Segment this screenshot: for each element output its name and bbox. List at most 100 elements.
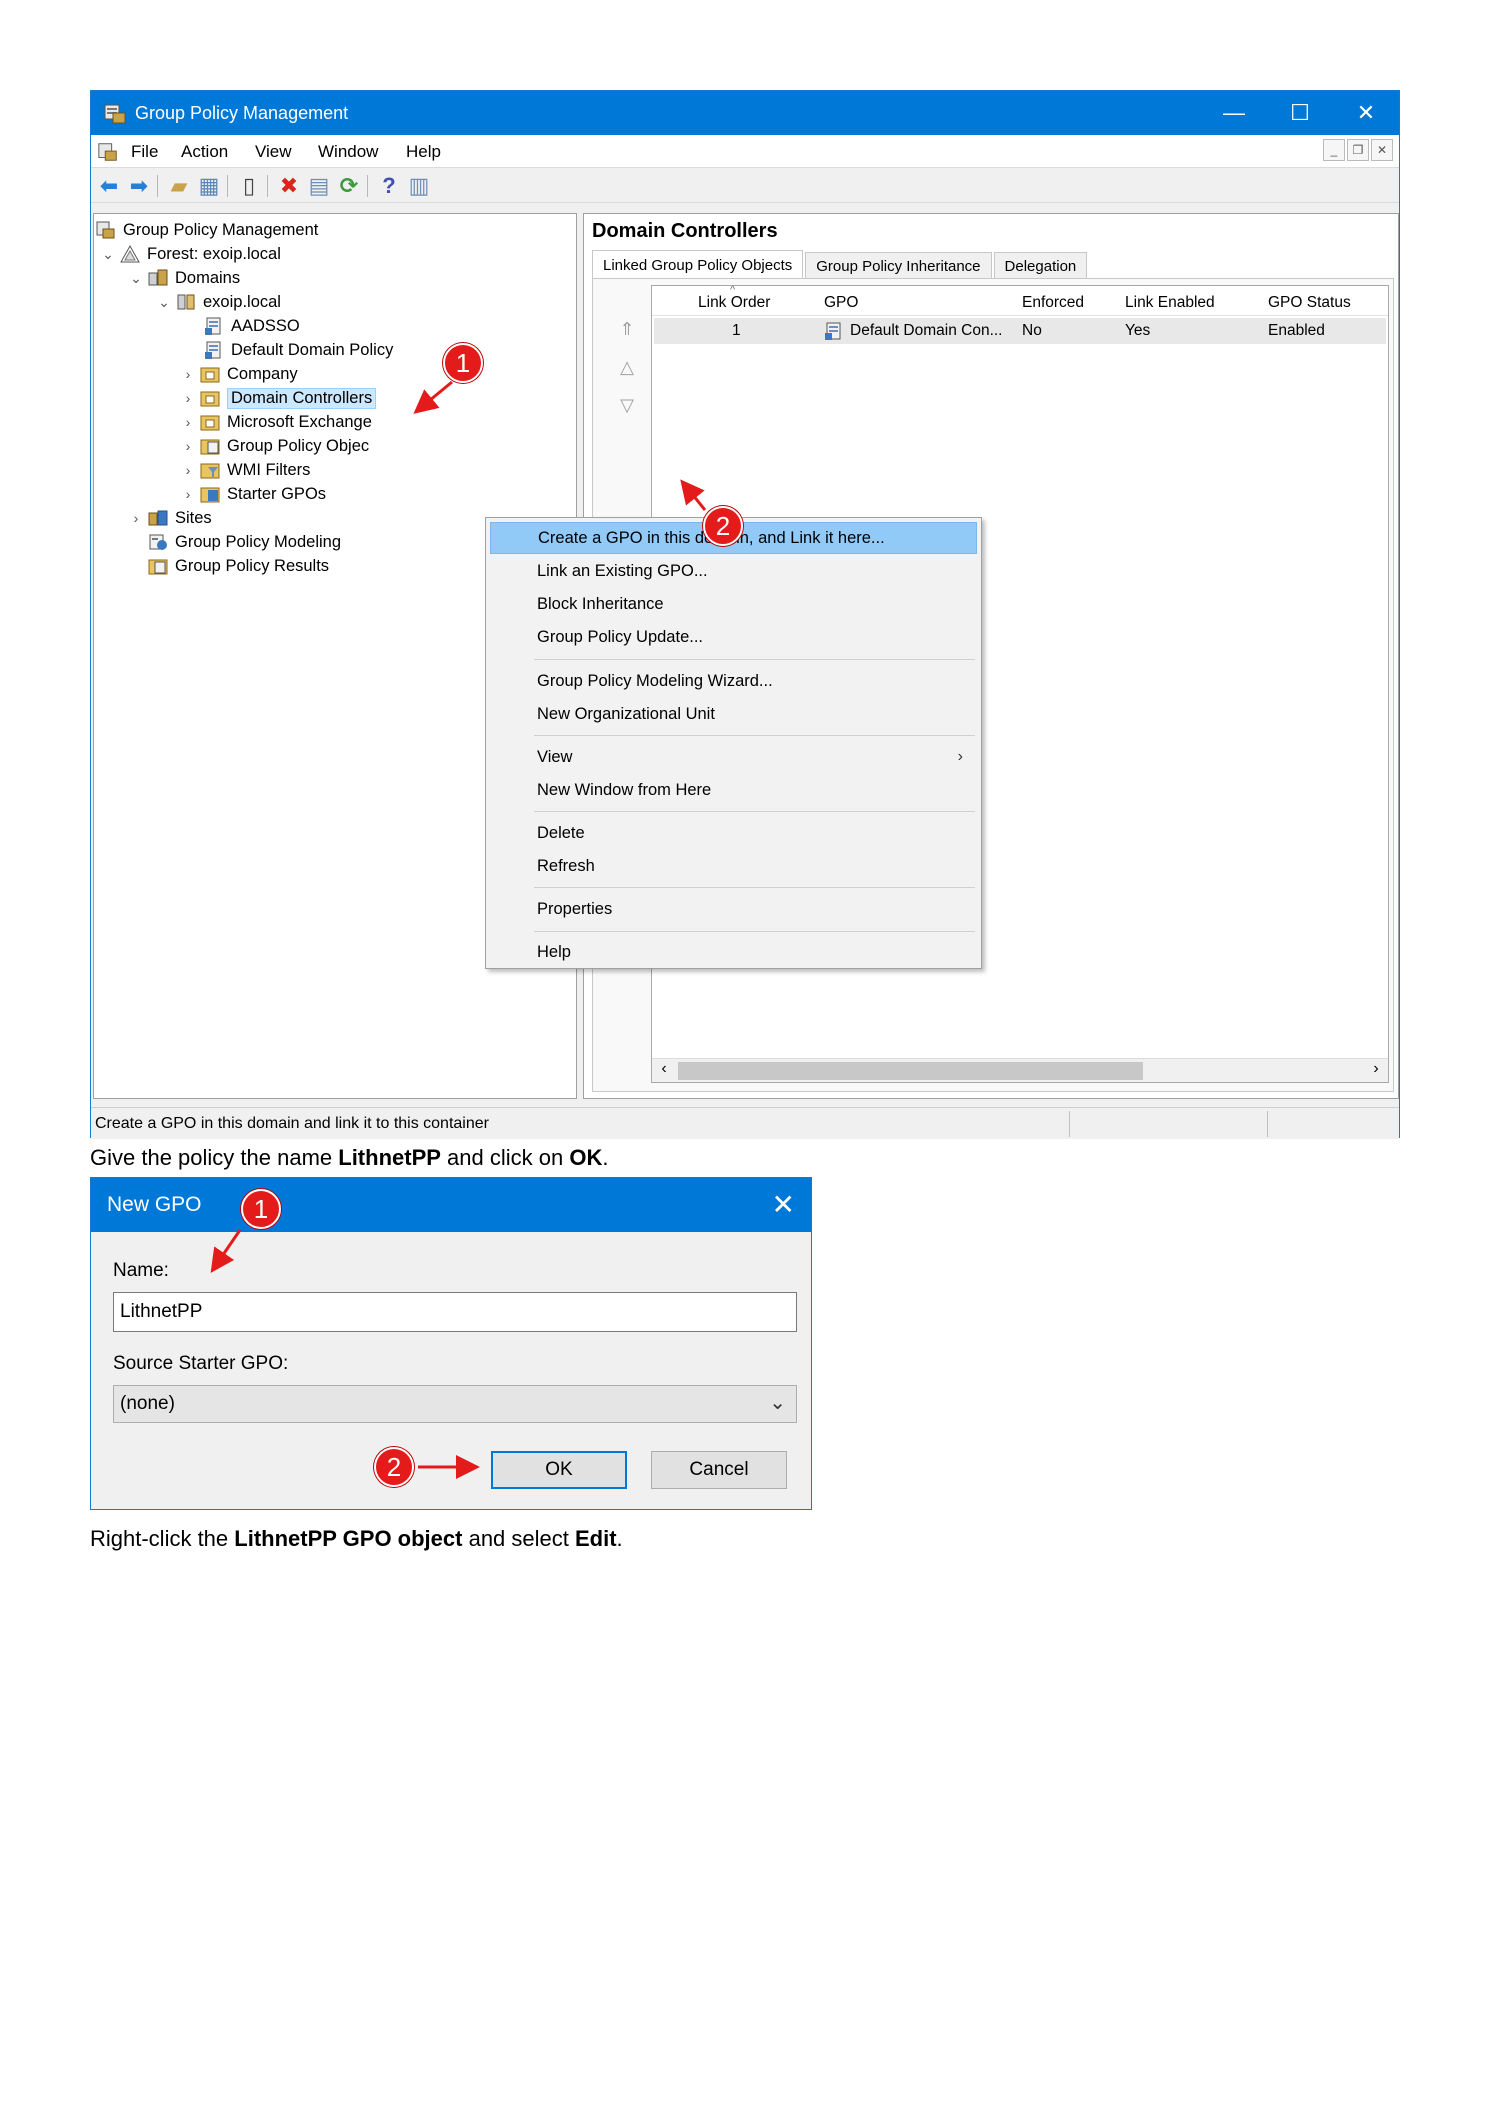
tree-item-exoip-local[interactable]: ⌄ exoip.local [156,290,281,314]
gpo-link-icon [205,341,221,359]
table-row[interactable]: 1 Default Domain Con... No Yes Enabled [654,318,1386,344]
action-pane-icon[interactable]: ▥ [407,173,431,198]
cancel-button[interactable]: Cancel [651,1451,787,1489]
menu-help[interactable]: Help [406,142,441,162]
up-folder-icon[interactable]: ▰ [167,173,191,198]
col-link-enabled[interactable]: Link Enabled [1125,294,1215,312]
menu-item-help[interactable]: Help [490,936,977,968]
instruction-caption-2: Right-click the LithnetPP GPO object and… [90,1526,623,1552]
tree-item-starter-gpos[interactable]: › Starter GPOs [180,482,326,506]
mdi-minimize-button[interactable]: _ [1323,139,1345,161]
col-gpo-status[interactable]: GPO Status [1268,294,1351,312]
move-top-icon[interactable]: ⇑ [615,319,639,357]
status-bar: Create a GPO in this domain and link it … [91,1107,1399,1139]
tree-item-forest[interactable]: ⌄ Forest: exoip.local [100,242,281,266]
modeling-icon [149,534,167,550]
starter-gpo-select[interactable]: (none) ⌄ [113,1385,797,1423]
properties-icon[interactable]: ▤ [307,173,331,198]
tree-item-domains[interactable]: ⌄ Domains [128,266,240,290]
step-badge-2: 2 [703,506,743,546]
gpo-link-icon [825,322,841,340]
menu-window[interactable]: Window [318,142,378,162]
back-arrow-icon[interactable]: ⬅ [97,173,121,198]
wmi-filter-icon [200,463,220,479]
grid-header: Link Order ^ GPO Enforced Link Enabled G… [652,284,1388,316]
tree-item-default-domain-policy[interactable]: Default Domain Policy [204,338,393,362]
tree-item-domain-controllers[interactable]: › Domain Controllers [180,386,377,410]
expand-chevron-icon[interactable]: › [180,390,196,406]
tree-item-wmi-filters[interactable]: › WMI Filters [180,458,310,482]
menu-item-properties[interactable]: Properties [490,893,977,925]
close-button[interactable]: ✕ [1333,91,1399,135]
collapse-chevron-icon[interactable]: ⌄ [156,294,172,311]
menu-item-refresh[interactable]: Refresh [490,850,977,882]
tree-item-group-policy-results[interactable]: Group Policy Results [148,554,329,578]
caption-text: and select [462,1526,575,1551]
move-up-icon[interactable]: △ [615,357,639,395]
menu-item-view[interactable]: View › [490,741,977,773]
menu-separator [534,659,975,660]
menu-item-block-inheritance[interactable]: Block Inheritance [490,588,977,620]
gpo-container-icon [200,439,220,455]
menu-item-group-policy-update[interactable]: Group Policy Update... [490,621,977,653]
domain-icon [177,294,195,310]
minimize-button[interactable]: — [1201,91,1267,135]
collapse-chevron-icon[interactable]: ⌄ [100,246,116,263]
tab-gp-inheritance[interactable]: Group Policy Inheritance [805,252,992,280]
mdi-close-button[interactable]: ✕ [1371,139,1393,161]
expand-chevron-icon[interactable]: › [180,366,196,382]
maximize-button[interactable]: ☐ [1267,91,1333,135]
tree-item-microsoft-exchange[interactable]: › Microsoft Exchange [180,410,372,434]
mdi-document-icon[interactable] [97,141,119,163]
menu-item-delete[interactable]: Delete [490,817,977,849]
caption-text: . [616,1526,623,1551]
name-input[interactable] [113,1292,797,1332]
col-enforced[interactable]: Enforced [1022,294,1084,312]
move-down-icon[interactable]: ▽ [615,395,639,433]
horizontal-scrollbar[interactable]: ‹ › [652,1058,1388,1082]
help-question-icon[interactable]: ? [377,173,401,198]
tree-item-aadsso[interactable]: AADSSO [204,314,300,338]
expand-chevron-icon[interactable]: › [180,438,196,454]
tree-item-group-policy-objects[interactable]: › Group Policy Objec [180,434,369,458]
cell-link-order: 1 [732,322,741,339]
delete-x-icon[interactable]: ✖ [277,173,301,198]
refresh-icon[interactable]: ⟳ [337,173,361,198]
menu-item-new-window[interactable]: New Window from Here [490,774,977,806]
tab-delegation[interactable]: Delegation [993,252,1088,280]
menu-view[interactable]: View [255,142,292,162]
show-hide-tree-icon[interactable]: ▦ [197,173,221,198]
ok-button[interactable]: OK [491,1451,627,1489]
expand-chevron-icon[interactable]: › [180,414,196,430]
col-link-order[interactable]: Link Order [698,294,770,312]
menu-item-link-existing-gpo[interactable]: Link an Existing GPO... [490,555,977,587]
tree-item-company[interactable]: › Company [180,362,298,386]
name-label: Name: [113,1260,169,1281]
dialog-title: New GPO [107,1193,202,1216]
col-gpo[interactable]: GPO [824,294,858,312]
scroll-left-icon[interactable]: ‹ [654,1060,674,1078]
expand-chevron-icon[interactable]: › [128,510,144,526]
cell-gpo: Default Domain Con... [850,322,1003,339]
mdi-controls: _ ❐ ✕ [1323,139,1393,161]
collapse-chevron-icon[interactable]: ⌄ [128,270,144,287]
tab-linked-gpos[interactable]: Linked Group Policy Objects [592,250,804,280]
chevron-down-icon: ⌄ [769,1392,786,1414]
menu-action[interactable]: Action [181,142,228,162]
tree-item-sites[interactable]: › Sites [128,506,212,530]
expand-chevron-icon[interactable]: › [180,462,196,478]
dialog-close-icon[interactable]: ✕ [772,1188,795,1221]
menu-item-view-label: View [537,747,573,766]
forward-arrow-icon[interactable]: ➡ [127,173,151,198]
menu-item-modeling-wizard[interactable]: Group Policy Modeling Wizard... [490,665,977,697]
starter-gpo-value: (none) [120,1393,175,1414]
mdi-restore-button[interactable]: ❐ [1347,139,1369,161]
scroll-right-icon[interactable]: › [1366,1060,1386,1078]
scroll-thumb[interactable] [678,1062,1143,1080]
menu-file[interactable]: File [131,142,158,162]
menu-item-new-ou[interactable]: New Organizational Unit [490,698,977,730]
tree-item-group-policy-modeling[interactable]: Group Policy Modeling [148,530,341,554]
clipboard-icon[interactable]: ▯ [237,173,261,198]
tree-item-group-policy-management[interactable]: Group Policy Management [96,218,318,242]
expand-chevron-icon[interactable]: › [180,486,196,502]
